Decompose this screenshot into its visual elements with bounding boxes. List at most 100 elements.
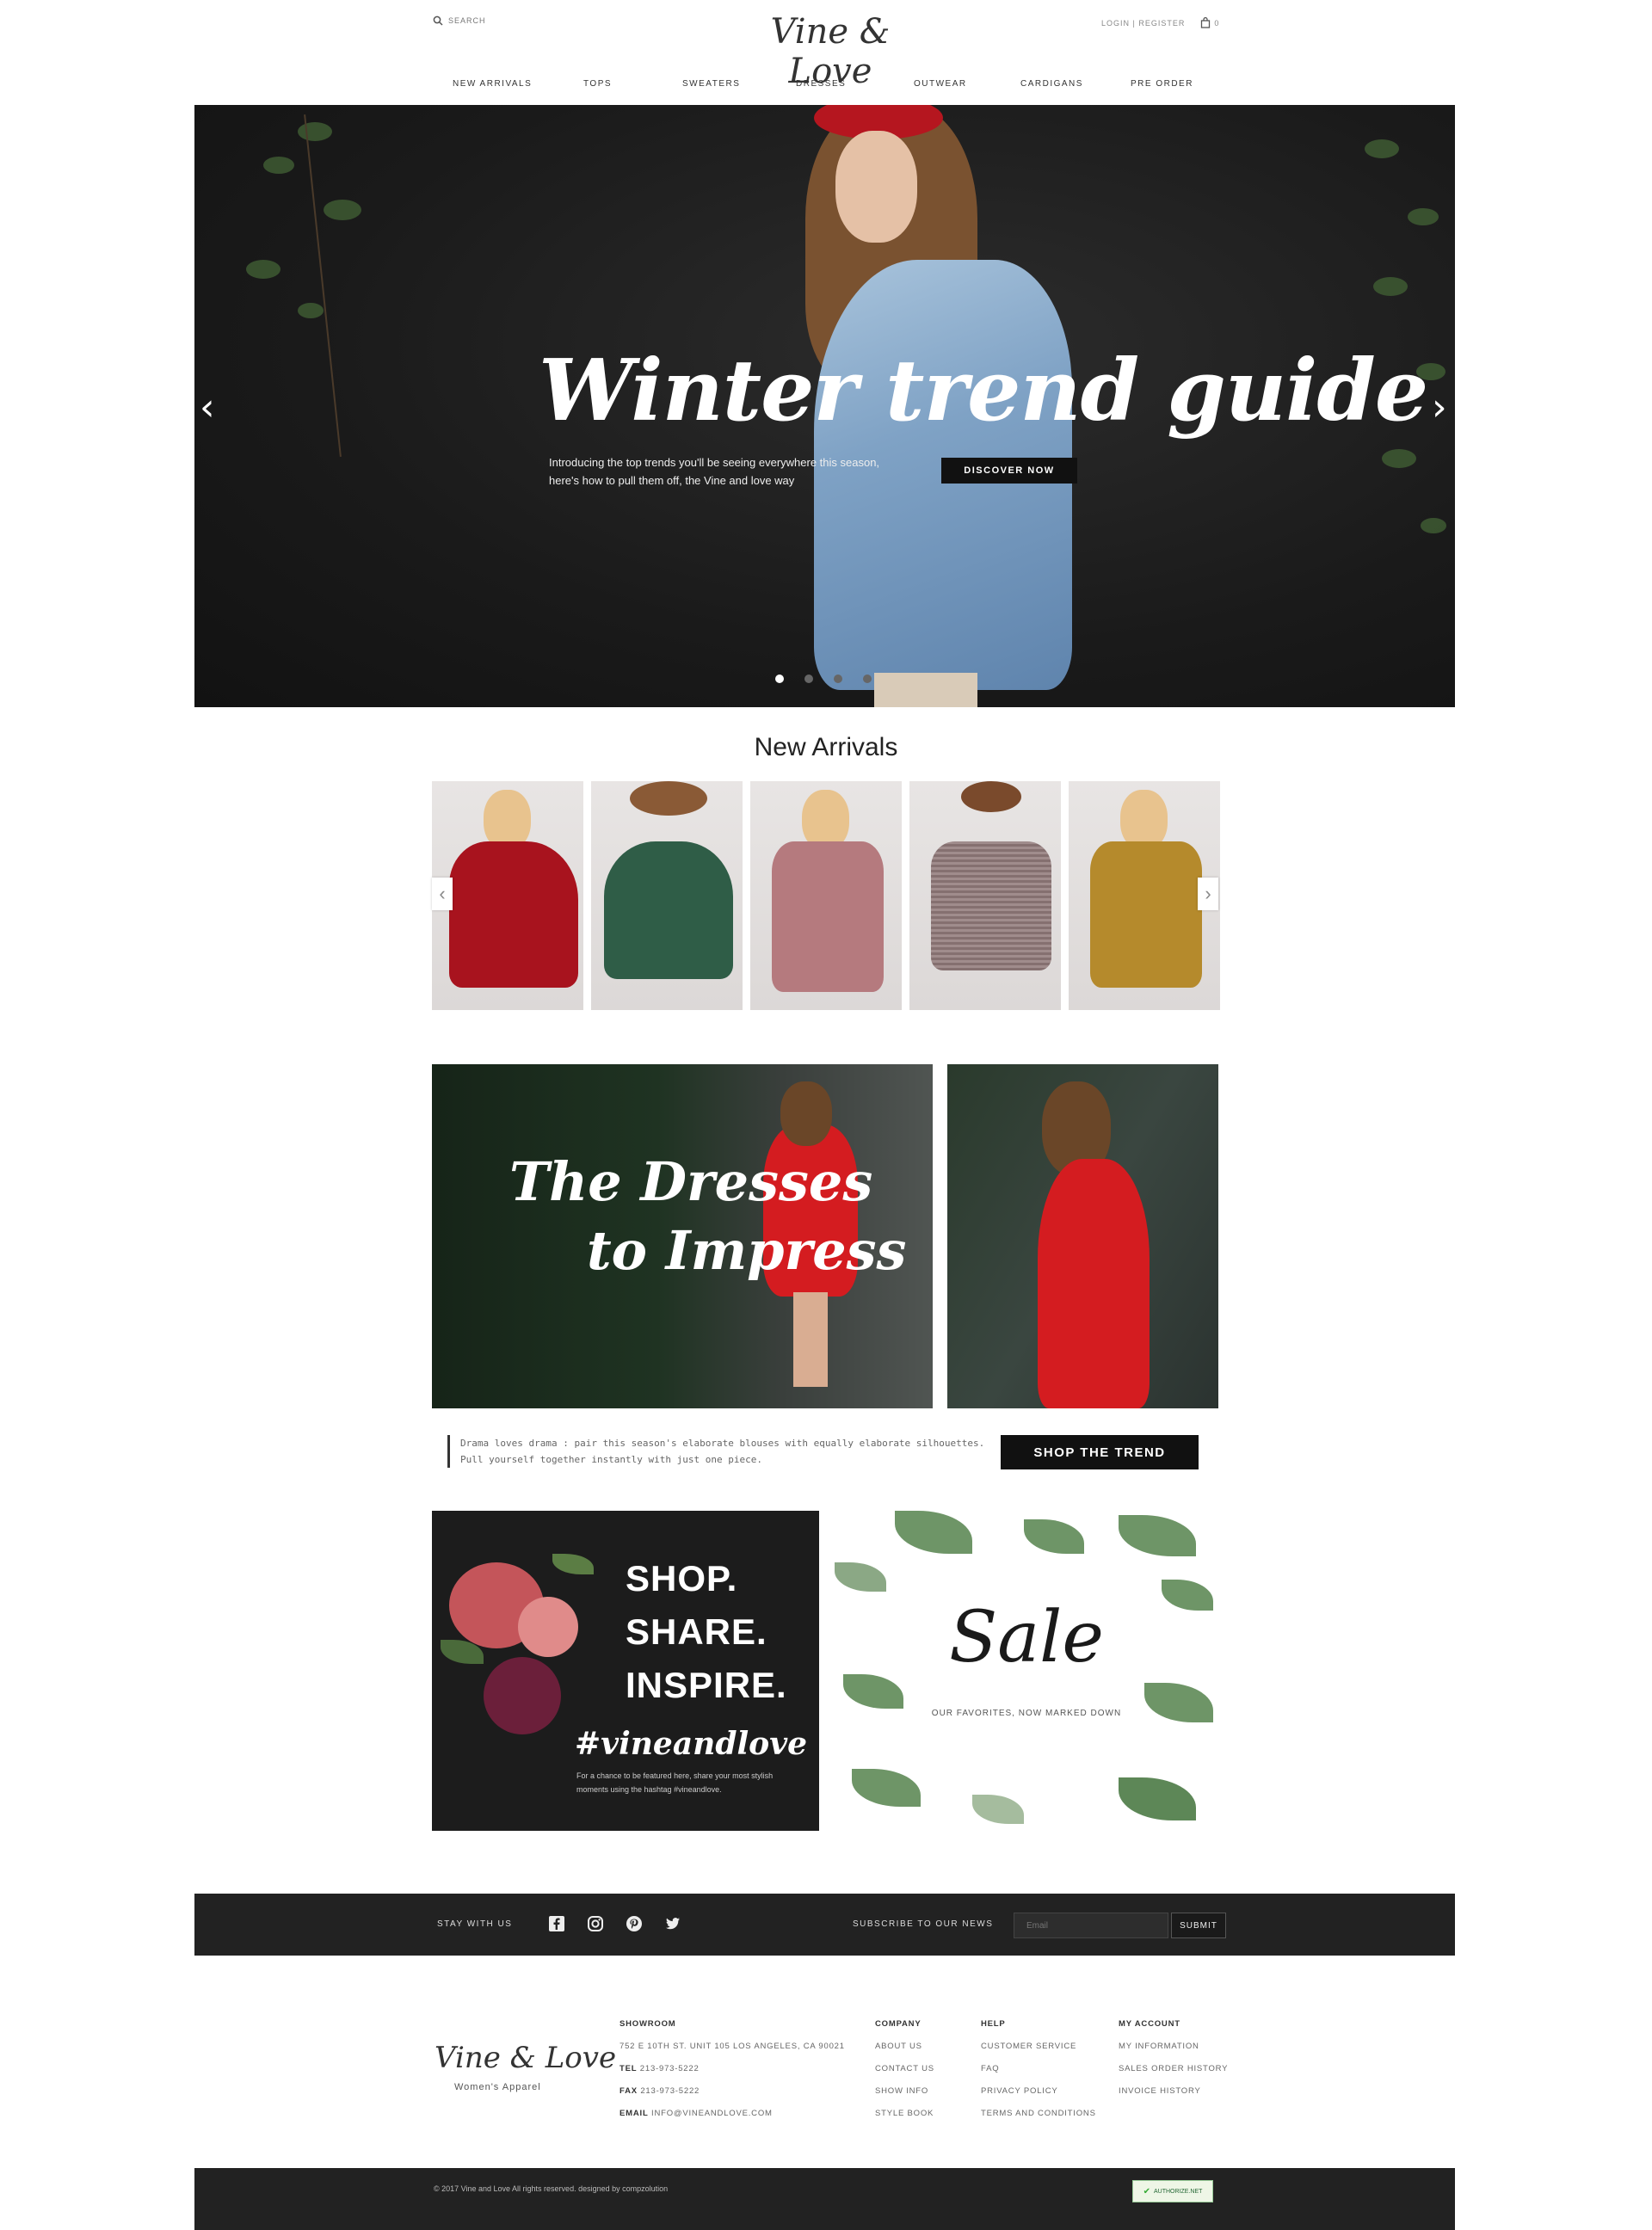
search-box[interactable]: SEARCH	[433, 15, 486, 26]
footer-link-style-book[interactable]: STYLE BOOK	[875, 2103, 934, 2125]
product-card[interactable]	[750, 781, 902, 1010]
footer-my-account: MY ACCOUNT MY INFORMATION SALES ORDER HI…	[1119, 2013, 1228, 2103]
payment-badge[interactable]: ✔ AUTHORIZE.NET	[1132, 2180, 1213, 2202]
email-value[interactable]: INFO@VINEANDLOVE.COM	[651, 2109, 773, 2118]
hero-next-arrow[interactable]: ›	[1432, 389, 1447, 427]
product-card[interactable]	[432, 781, 583, 1010]
footer-link-my-information[interactable]: MY INFORMATION	[1119, 2036, 1228, 2058]
model-hair	[780, 1081, 832, 1146]
promo-line-inspire: INSPIRE.	[626, 1665, 787, 1705]
product-card[interactable]	[591, 781, 743, 1010]
model-legs	[793, 1292, 828, 1387]
showroom-email: EMAIL INFO@VINEANDLOVE.COM	[620, 2103, 845, 2125]
vine-leaf	[324, 200, 361, 220]
footer-tagline: Women's Apparel	[454, 2082, 541, 2092]
new-arrivals-title: New Arrivals	[754, 733, 898, 761]
cart-count: 0	[1214, 18, 1220, 28]
email-field[interactable]	[1014, 1913, 1168, 1938]
cart-button[interactable]: 0	[1200, 17, 1219, 28]
checkmark-icon: ✔	[1143, 2186, 1150, 2196]
vine-leaf	[1382, 449, 1416, 468]
shopping-bag-icon	[1201, 17, 1211, 28]
dresses-banner[interactable]: The Dresses to Impress	[432, 1064, 933, 1408]
product-garment	[449, 841, 578, 988]
twitter-icon[interactable]	[663, 1914, 682, 1933]
discover-now-button[interactable]: DISCOVER NOW	[941, 458, 1077, 484]
product-garment	[604, 841, 733, 979]
slide-dot[interactable]	[834, 675, 842, 683]
copyright-text: © 2017 Vine and Love All rights reserved…	[434, 2184, 669, 2193]
nav-sweaters[interactable]: SWEATERS	[682, 79, 740, 89]
hashtag: #vineandlove	[575, 1726, 808, 1762]
nav-outwear[interactable]: OUTWEAR	[914, 79, 967, 89]
dresses-photo[interactable]	[947, 1064, 1218, 1408]
footer-link-privacy-policy[interactable]: PRIVACY POLICY	[981, 2080, 1096, 2103]
dresses-title-line-2: to Impress	[587, 1219, 907, 1282]
facebook-icon[interactable]	[547, 1914, 566, 1933]
leaf	[552, 1554, 594, 1574]
nav-new-arrivals[interactable]: NEW ARRIVALS	[453, 79, 532, 89]
leaf	[895, 1511, 972, 1554]
slide-dot[interactable]	[804, 675, 813, 683]
model-dress	[1038, 1159, 1150, 1408]
instagram-icon[interactable]	[586, 1914, 605, 1933]
slide-dot[interactable]	[863, 675, 872, 683]
hero-prev-arrow[interactable]: ‹	[200, 389, 215, 427]
hero-model-face	[835, 131, 917, 243]
shop-share-inspire: SHOP. SHARE. INSPIRE.	[626, 1552, 787, 1712]
hero-model-pants	[874, 673, 977, 707]
showroom-fax: FAX 213-973-5222	[620, 2080, 845, 2103]
promo-line-share: SHARE.	[626, 1611, 767, 1652]
product-card[interactable]	[909, 781, 1061, 1010]
leaf	[852, 1769, 921, 1807]
sale-promo[interactable]: Sale OUR FAVORITES, NOW MARKED DOWN	[835, 1511, 1218, 1831]
footer-link-contact-us[interactable]: CONTACT US	[875, 2058, 934, 2080]
shop-the-trend-button[interactable]: SHOP THE TREND	[1001, 1435, 1199, 1469]
footer-link-show-info[interactable]: SHOW INFO	[875, 2080, 934, 2103]
product-garment	[931, 841, 1051, 970]
search-icon	[433, 15, 443, 26]
footer-link-terms[interactable]: TERMS AND CONDITIONS	[981, 2103, 1096, 2125]
carousel-prev-button[interactable]: ‹	[432, 878, 453, 910]
showroom-address: 752 E 10TH ST. UNIT 105 LOS ANGELES, CA …	[620, 2042, 845, 2051]
slide-dot[interactable]	[775, 675, 784, 683]
leaf	[972, 1795, 1024, 1824]
footer-showroom: SHOWROOM 752 E 10TH ST. UNIT 105 LOS ANG…	[620, 2013, 845, 2125]
footer-help: HELP CUSTOMER SERVICE FAQ PRIVACY POLICY…	[981, 2013, 1096, 2125]
nav-tops[interactable]: TOPS	[583, 79, 612, 89]
help-heading: HELP	[981, 2019, 1006, 2029]
copyright-bar: © 2017 Vine and Love All rights reserved…	[194, 2168, 1455, 2230]
footer-logo[interactable]: Vine & Love	[435, 2041, 616, 2075]
main-nav: NEW ARRIVALS TOPS SWEATERS DRESSES OUTWE…	[0, 79, 1652, 98]
footer-link-about-us[interactable]: ABOUT US	[875, 2036, 934, 2058]
email-label: EMAIL	[620, 2109, 649, 2118]
footer-link-customer-service[interactable]: CUSTOMER SERVICE	[981, 2036, 1096, 2058]
hero-slider: Winter trend guide Introducing the top t…	[194, 105, 1455, 707]
footer-link-sales-order-history[interactable]: SALES ORDER HISTORY	[1119, 2058, 1228, 2080]
nav-cardigans[interactable]: CARDIGANS	[1020, 79, 1083, 89]
hashtag-description: For a chance to be featured here, share …	[576, 1771, 774, 1794]
dresses-quote: Drama loves drama : pair this season's e…	[447, 1435, 998, 1468]
carousel-next-button[interactable]: ›	[1198, 878, 1218, 910]
hero-description: Introducing the top trends you'll be see…	[549, 456, 880, 487]
model-hat	[961, 781, 1021, 812]
submit-button[interactable]: SUBMIT	[1171, 1913, 1226, 1938]
fax-value: 213-973-5222	[640, 2086, 700, 2096]
badge-label: AUTHORIZE.NET	[1154, 2188, 1203, 2195]
pinterest-icon[interactable]	[625, 1914, 644, 1933]
account-area: LOGIN | REGISTER 0	[1101, 17, 1219, 28]
footer-link-faq[interactable]: FAQ	[981, 2058, 1096, 2080]
tel-value[interactable]: 213-973-5222	[640, 2064, 700, 2073]
footer-company: COMPANY ABOUT US CONTACT US SHOW INFO ST…	[875, 2013, 934, 2125]
vine-leaf	[1421, 518, 1446, 533]
flower	[484, 1657, 561, 1734]
showroom-heading: SHOWROOM	[620, 2019, 676, 2029]
leaf	[843, 1674, 903, 1709]
nav-dresses[interactable]: DRESSES	[796, 79, 846, 89]
nav-pre-order[interactable]: PRE ORDER	[1131, 79, 1193, 89]
footer-link-invoice-history[interactable]: INVOICE HISTORY	[1119, 2080, 1228, 2103]
subscribe-label: SUBSCRIBE TO OUR NEWS	[853, 1919, 994, 1929]
tel-label: TEL	[620, 2064, 638, 2073]
instagram-promo[interactable]: SHOP. SHARE. INSPIRE. #vineandlove For a…	[432, 1511, 819, 1831]
login-register-link[interactable]: LOGIN | REGISTER	[1101, 19, 1185, 28]
